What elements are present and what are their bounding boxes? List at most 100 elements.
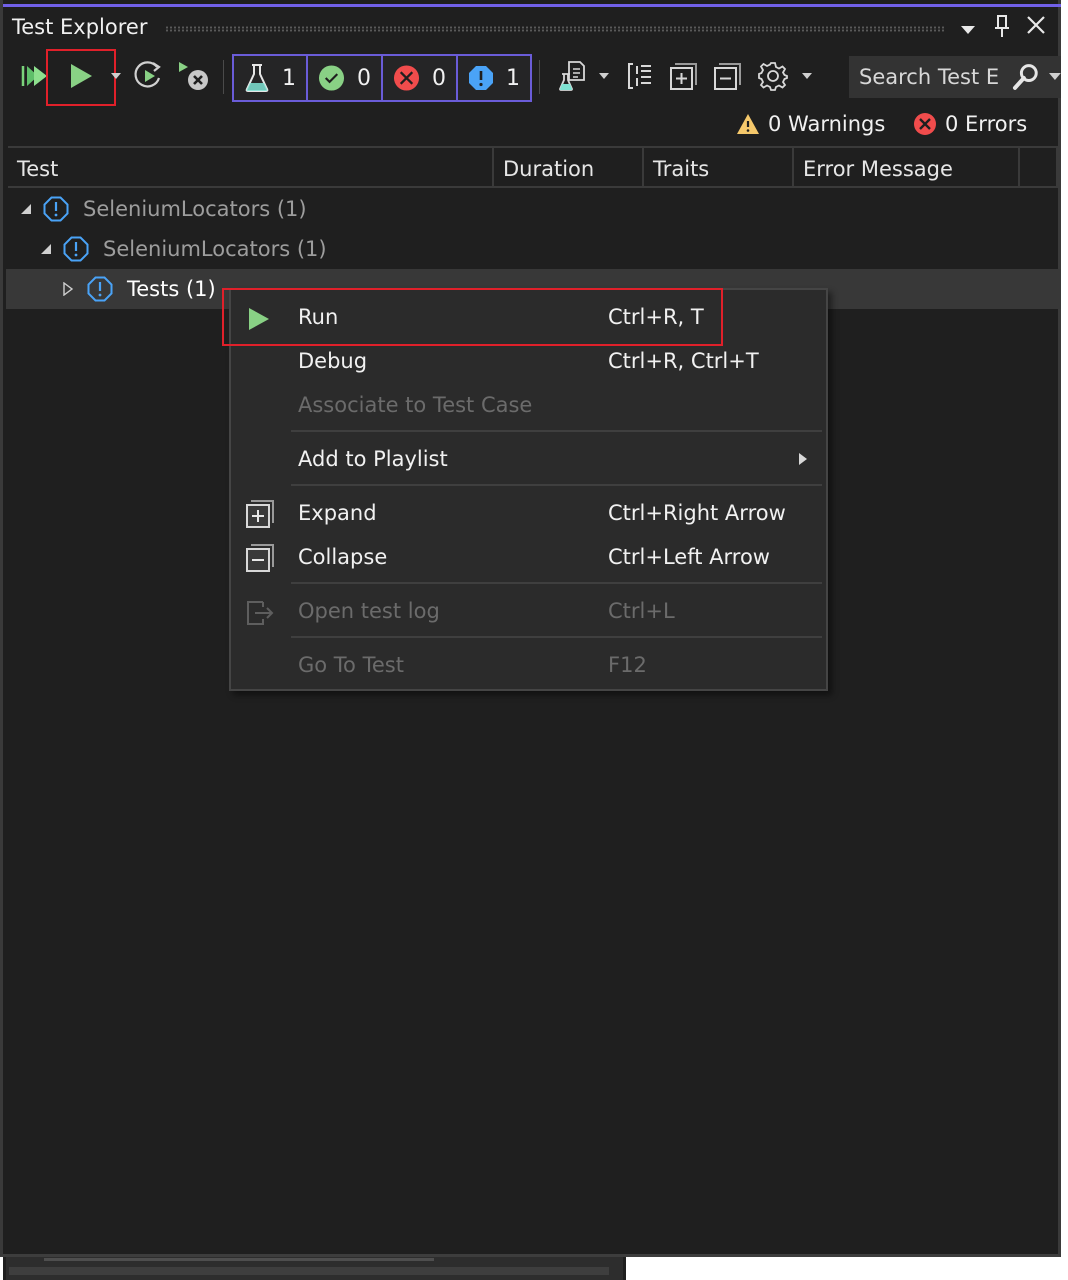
search-icon[interactable]	[1011, 62, 1041, 92]
tree-item-project[interactable]: SeleniumLocators (1)	[6, 189, 1061, 229]
toolbar-separator	[539, 60, 540, 94]
passed-tests-count: 0	[357, 65, 371, 91]
run-all-icon	[21, 66, 47, 86]
title-bar: Test Explorer	[3, 12, 1061, 48]
run-menu-item-highlight	[222, 288, 723, 346]
repeat-last-run-button[interactable]	[131, 56, 167, 96]
menu-separator	[291, 636, 822, 638]
scrollbar-thumb[interactable]	[44, 1258, 434, 1261]
menu-item-label: Debug	[298, 349, 368, 373]
column-header-test[interactable]: Test	[8, 148, 494, 186]
grid-header: Test Duration Traits Error Message	[8, 146, 1058, 188]
collapse-all-button[interactable]	[711, 56, 745, 96]
chevron-down-icon	[111, 73, 121, 79]
menu-item-associate-to-test-case: Associate to Test Case	[231, 385, 826, 429]
tree-item-namespace[interactable]: SeleniumLocators (1)	[6, 229, 1061, 269]
settings-button[interactable]	[755, 56, 791, 96]
menu-separator	[291, 582, 822, 584]
not-run-tests-count: 1	[506, 65, 520, 91]
tree-item-label: SeleniumLocators	[83, 197, 271, 221]
column-header-duration[interactable]: Duration	[494, 148, 644, 186]
menu-item-label: Open test log	[298, 599, 440, 623]
errors-status[interactable]: 0 Errors	[913, 108, 1027, 140]
playlist-button[interactable]	[555, 56, 589, 96]
warning-icon	[737, 114, 759, 134]
collapse-all-icon	[714, 63, 741, 90]
x-circle-icon	[393, 65, 420, 91]
total-tests-filter[interactable]: 1	[232, 54, 308, 102]
column-header-extra[interactable]	[1020, 148, 1058, 186]
repeat-run-icon	[134, 61, 161, 88]
close-button[interactable]	[1022, 14, 1050, 44]
group-by-button[interactable]	[623, 56, 657, 96]
passed-tests-filter[interactable]: 0	[306, 54, 383, 102]
chevron-down-icon	[802, 73, 812, 79]
search-input[interactable]: Search Test E	[859, 65, 1003, 89]
failed-tests-filter[interactable]: 0	[381, 54, 458, 102]
menu-item-label: Associate to Test Case	[298, 393, 533, 417]
menu-item-shortcut: Ctrl+L	[608, 599, 675, 623]
menu-item-label: Add to Playlist	[298, 447, 448, 471]
tree-item-label: Tests	[127, 277, 180, 301]
not-run-info-icon	[63, 236, 89, 262]
menu-separator	[291, 430, 822, 432]
playlist-icon	[559, 61, 585, 91]
tree-item-label: SeleniumLocators	[103, 237, 291, 261]
menu-separator	[291, 484, 822, 486]
column-header-traits[interactable]: Traits	[644, 148, 794, 186]
warnings-status[interactable]: 0 Warnings	[736, 108, 885, 140]
toolbar-separator	[223, 60, 224, 94]
tree-item-count: (1)	[276, 197, 307, 221]
collapsed-triangle-icon[interactable]	[61, 282, 75, 296]
drag-grip[interactable]	[165, 26, 945, 32]
cancel-button[interactable]	[175, 56, 211, 96]
menu-item-open-test-log: Open test log Ctrl+L	[231, 591, 826, 635]
run-button-highlight	[46, 49, 116, 106]
expand-all-button[interactable]	[667, 56, 701, 96]
warnings-count: 0 Warnings	[768, 112, 886, 136]
dropdown-triangle-icon	[961, 26, 975, 34]
test-count-filters: 1 0 0 1	[232, 54, 532, 102]
search-box[interactable]: Search Test E	[849, 56, 1062, 98]
run-dropdown-button[interactable]	[109, 56, 123, 96]
playlist-dropdown-button[interactable]	[597, 56, 611, 96]
toolbar: 1 0 0 1 Search Test E	[3, 49, 1062, 106]
tree-item-count: (1)	[296, 237, 327, 261]
menu-item-debug[interactable]: Debug Ctrl+R, Ctrl+T	[231, 341, 826, 385]
expand-all-icon	[670, 63, 697, 90]
pin-button[interactable]	[988, 14, 1016, 44]
menu-item-expand[interactable]: Expand Ctrl+Right Arrow	[231, 493, 826, 537]
expanded-triangle-icon[interactable]	[19, 202, 33, 216]
failed-tests-count: 0	[432, 65, 446, 91]
window-title: Test Explorer	[12, 15, 148, 39]
window-options-button[interactable]	[954, 14, 982, 44]
menu-item-go-to-test: Go To Test F12	[231, 645, 826, 689]
submenu-arrow-icon	[799, 453, 807, 465]
horizontal-scrollbar[interactable]	[3, 1257, 626, 1280]
hierarchy-icon	[628, 63, 651, 89]
total-tests-count: 1	[282, 65, 296, 91]
menu-item-shortcut: Ctrl+R, Ctrl+T	[608, 349, 759, 373]
not-run-info-icon	[87, 276, 113, 302]
error-icon	[914, 113, 936, 135]
expand-icon	[246, 500, 274, 528]
menu-item-label: Expand	[298, 501, 377, 525]
check-circle-icon	[318, 65, 345, 91]
menu-item-collapse[interactable]: Collapse Ctrl+Left Arrow	[231, 537, 826, 581]
gear-icon	[758, 62, 788, 91]
close-icon	[1027, 16, 1045, 34]
menu-item-label: Collapse	[298, 545, 388, 569]
menu-item-shortcut: F12	[608, 653, 647, 677]
not-run-info-icon	[43, 196, 69, 222]
scrollbar-track[interactable]	[9, 1267, 609, 1275]
open-log-icon	[247, 601, 274, 625]
errors-count: 0 Errors	[945, 112, 1028, 136]
search-options-chevron-icon[interactable]	[1049, 73, 1062, 81]
menu-item-label: Go To Test	[298, 653, 404, 677]
expanded-triangle-icon[interactable]	[39, 242, 53, 256]
pin-icon	[995, 15, 1009, 37]
not-run-tests-filter[interactable]: 1	[456, 54, 532, 102]
settings-dropdown-button[interactable]	[800, 56, 814, 96]
menu-item-add-to-playlist[interactable]: Add to Playlist	[231, 439, 826, 483]
column-header-error-message[interactable]: Error Message	[794, 148, 1020, 186]
